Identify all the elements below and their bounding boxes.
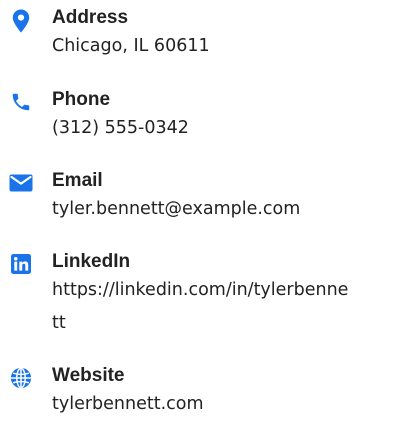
phone-value[interactable]: (312) 555-0342	[52, 112, 352, 145]
linkedin-icon	[8, 251, 34, 277]
globe-icon	[8, 365, 34, 391]
linkedin-link[interactable]: https://linkedin.com/in/tylerbennett	[52, 274, 352, 340]
contact-label: LinkedIn	[52, 251, 131, 272]
website-link[interactable]: tylerbennett.com	[52, 388, 352, 421]
contact-label: Address	[52, 7, 129, 28]
contact-label: Website	[52, 365, 125, 386]
contact-label: Phone	[52, 89, 111, 110]
email-link[interactable]: tyler.bennett@example.com	[52, 193, 352, 226]
contact-label: Email	[52, 170, 103, 191]
envelope-icon	[8, 170, 34, 196]
map-pin-icon	[8, 8, 34, 34]
phone-icon	[8, 89, 34, 115]
address-value: Chicago, IL 60611	[52, 36, 210, 56]
